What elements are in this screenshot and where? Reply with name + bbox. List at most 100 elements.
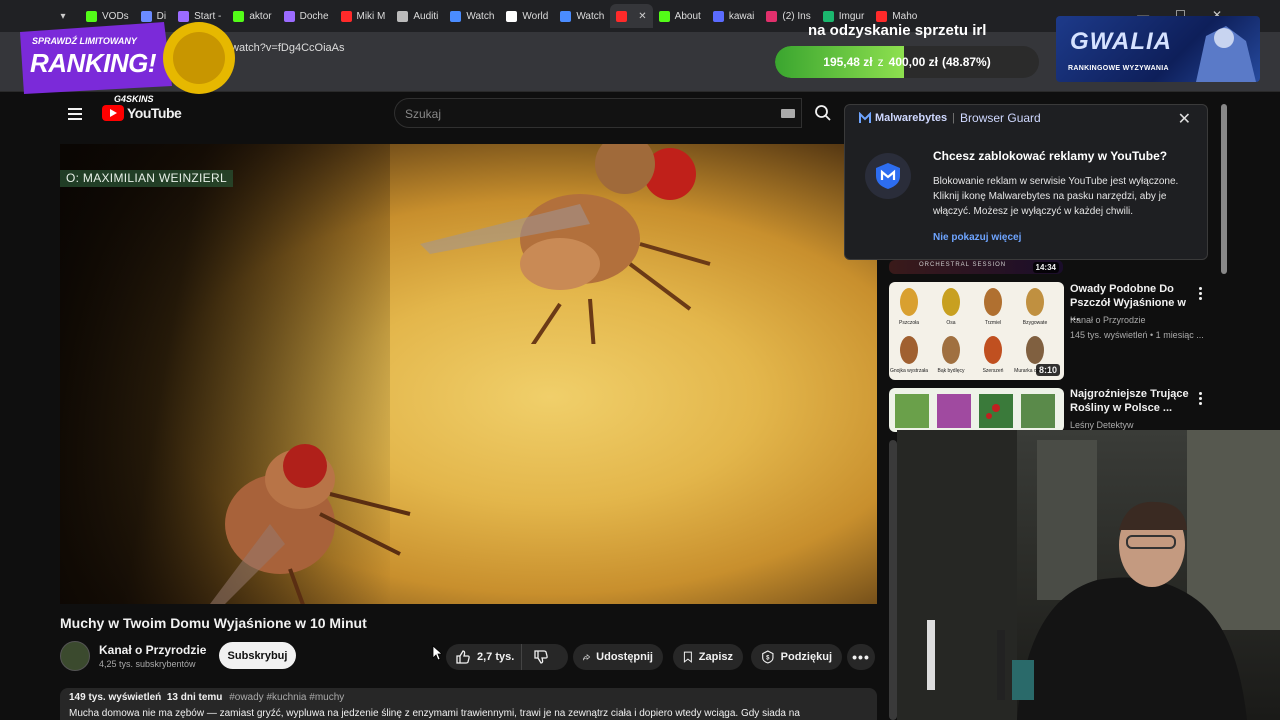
rec-thumbnail-2[interactable] bbox=[889, 388, 1064, 432]
browser-tab[interactable]: Miki M bbox=[335, 4, 392, 28]
rec-thumbnail-1[interactable]: Pszczoła Osa Trzmiel Bzygowate Gnojka wystrz… bbox=[889, 282, 1064, 380]
description-meta: 149 tys. wyświetleń 13 dni temu #owady #… bbox=[69, 692, 344, 703]
donation-progress-bar: 195,48 zł z 400,00 zł (48.87%) bbox=[775, 46, 1039, 78]
insect-illustration bbox=[1026, 288, 1044, 316]
browser-tab[interactable]: About bbox=[653, 4, 707, 28]
partial-rec-thumbnail[interactable]: ORCHESTRAL SESSION 14:34 bbox=[889, 260, 1063, 274]
browser-tab[interactable]: kawai bbox=[707, 4, 761, 28]
hashtags[interactable]: #owady #kuchnia #muchy bbox=[229, 692, 344, 703]
rec-thumbnail-hidden[interactable] bbox=[889, 440, 897, 720]
tab-favicon-icon bbox=[340, 10, 352, 22]
like-button[interactable]: 2,7 tys. bbox=[446, 644, 522, 670]
donation-goal-title: na odzyskanie sprzetu irl bbox=[808, 22, 987, 39]
insect-illustration bbox=[900, 288, 918, 316]
url-text[interactable]: /watch?v=fDg4CcOiaAs bbox=[228, 42, 344, 54]
thanks-icon: $ bbox=[762, 650, 774, 664]
donation-separator: z bbox=[877, 55, 884, 69]
share-icon bbox=[583, 654, 591, 661]
save-label: Zapisz bbox=[698, 651, 733, 663]
subscribe-button[interactable]: Subskrybuj bbox=[219, 642, 296, 669]
browser-tab[interactable]: Watch bbox=[554, 4, 610, 28]
video-credit-overlay: O: MAXIMILIAN WEINZIERL bbox=[60, 170, 233, 187]
search-placeholder: Szukaj bbox=[405, 107, 442, 121]
insect-illustration bbox=[1026, 336, 1044, 364]
browser-tab[interactable]: World bbox=[500, 4, 554, 28]
donation-goal: 400,00 zł bbox=[888, 55, 939, 69]
mb-title: Chcesz zablokować reklamy w YouTube? bbox=[933, 149, 1168, 163]
tab-favicon-icon bbox=[397, 10, 409, 22]
insect-label: Gnojka wystrzała bbox=[890, 368, 928, 374]
promo-line1: SPRAWDŹ LIMITOWANY bbox=[32, 36, 137, 46]
browser-tab[interactable]: Watch bbox=[444, 4, 500, 28]
browser-tab[interactable]: Doche bbox=[278, 4, 335, 28]
tab-label: Auditi bbox=[413, 10, 439, 22]
insect-label: Bzygowate bbox=[1023, 320, 1048, 326]
tab-favicon-icon bbox=[283, 10, 295, 22]
gwalia-title: GWALIA bbox=[1070, 28, 1172, 55]
tab-label: Watch bbox=[466, 10, 495, 22]
tab-label: Imgur bbox=[838, 10, 865, 22]
browser-tab[interactable]: ✕ bbox=[610, 4, 653, 28]
like-count: 2,7 tys. bbox=[477, 651, 515, 663]
more-actions-button[interactable]: ••• bbox=[847, 644, 875, 670]
rec-duration-1: 8:10 bbox=[1035, 364, 1060, 376]
mb-dont-show-link[interactable]: Nie pokazuj więcej bbox=[933, 232, 1021, 243]
rec-title-2[interactable]: Najgroźniejsze Trujące Rośliny w Polsce … bbox=[1070, 387, 1198, 415]
tab-label: kawai bbox=[728, 10, 755, 22]
warrior-illustration bbox=[1196, 26, 1256, 82]
mb-brand: Malwarebytes bbox=[875, 112, 948, 124]
tab-favicon-icon bbox=[506, 10, 518, 22]
video-title: Muchy w Twoim Domu Wyjaśnione w 10 Minut bbox=[60, 615, 367, 631]
close-icon[interactable]: ✕ bbox=[1178, 109, 1191, 129]
insect-illustration bbox=[942, 288, 960, 316]
fruit-fly-bottom bbox=[210, 444, 411, 604]
rec-menu-icon-2[interactable] bbox=[1199, 392, 1203, 407]
thanks-label: Podziękuj bbox=[780, 651, 832, 663]
plants-grid-image bbox=[895, 394, 1055, 428]
rec-channel-1[interactable]: Kanał o Przyrodzie bbox=[1070, 314, 1146, 326]
search-button[interactable] bbox=[802, 98, 844, 128]
insect-label: Szerszeń bbox=[983, 368, 1004, 374]
browser-tab[interactable]: Auditi bbox=[391, 4, 444, 28]
page-scrollbar[interactable] bbox=[1221, 104, 1227, 274]
dislike-button[interactable] bbox=[522, 644, 566, 670]
channel-subscribers: 4,25 tys. subskrybentów bbox=[99, 659, 196, 669]
gwalia-banner: GWALIA RANKINGOWE WYZYWANIA bbox=[1056, 16, 1260, 82]
share-button[interactable]: Udostępnij bbox=[573, 644, 663, 670]
partial-rec-duration: 14:34 bbox=[1032, 262, 1059, 273]
mb-separator: | bbox=[952, 112, 956, 124]
tab-favicon-icon bbox=[822, 10, 834, 22]
mouse-cursor-icon bbox=[432, 645, 442, 661]
partial-rec-text: ORCHESTRAL SESSION bbox=[919, 262, 1007, 268]
donation-percent: (48.87%) bbox=[942, 55, 991, 69]
insect-label: Trzmiel bbox=[985, 320, 1001, 326]
insect-illustration bbox=[984, 336, 1002, 364]
thumbs-down-icon bbox=[534, 650, 548, 664]
search-box[interactable]: Szukaj bbox=[394, 98, 802, 128]
tab-close-icon[interactable]: ✕ bbox=[638, 11, 646, 22]
promo-line2: RANKING! bbox=[30, 48, 157, 78]
description-box[interactable]: 149 tys. wyświetleń 13 dni temu #owady #… bbox=[60, 688, 877, 720]
channel-avatar[interactable] bbox=[60, 641, 90, 671]
thanks-button[interactable]: $ Podziękuj bbox=[751, 644, 842, 670]
channel-name[interactable]: Kanał o Przyrodzie bbox=[99, 643, 206, 657]
view-count: 149 tys. wyświetleń bbox=[69, 692, 162, 703]
save-button[interactable]: Zapisz bbox=[673, 644, 743, 670]
tab-favicon-icon bbox=[658, 10, 670, 22]
video-player[interactable] bbox=[60, 144, 877, 604]
webcam-feed bbox=[897, 430, 1280, 720]
svg-text:$: $ bbox=[766, 656, 770, 662]
streamer-webcam-image bbox=[897, 430, 1280, 720]
bookmark-icon bbox=[683, 651, 692, 663]
mb-header: Malwarebytes | Browser Guard bbox=[859, 111, 1041, 125]
gwalia-subtitle: RANKINGOWE WYZYWANIA bbox=[1068, 65, 1169, 72]
tab-label: World bbox=[522, 10, 549, 22]
rec-menu-icon-1[interactable] bbox=[1199, 287, 1203, 302]
keyboard-icon[interactable] bbox=[781, 109, 795, 118]
rec-meta-1: 145 tys. wyświetleń • 1 miesiąc ... bbox=[1070, 330, 1204, 340]
insect-illustration bbox=[942, 336, 960, 364]
upload-age: 13 dni temu bbox=[166, 692, 223, 703]
tab-label: aktor bbox=[249, 10, 272, 22]
insect-illustration bbox=[984, 288, 1002, 316]
tab-label: About bbox=[674, 10, 701, 22]
